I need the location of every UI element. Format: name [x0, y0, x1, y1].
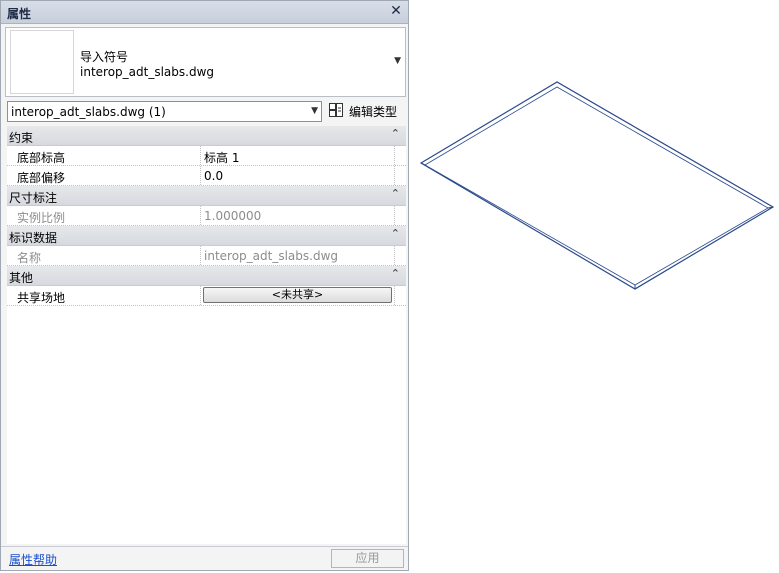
shared-site-button[interactable]: <未共享> — [203, 287, 392, 303]
slab-outline-outer[interactable] — [419, 81, 775, 290]
group-label: 其他 — [9, 271, 34, 285]
property-name: 底部偏移 — [17, 171, 66, 185]
group-identity-data[interactable]: 标识数据 ⌃ — [7, 226, 406, 246]
properties-palette: 属性 ✕ 导入符号 interop_adt_slabs.dwg ▼ intero… — [0, 0, 409, 571]
column-divider — [200, 166, 202, 185]
column-divider — [394, 286, 396, 305]
group-label: 标识数据 — [9, 231, 58, 245]
collapse-chevron-icon[interactable]: ⌃ — [391, 127, 400, 140]
edit-type-button[interactable]: 编辑类型 — [327, 101, 403, 121]
type-name-label: interop_adt_slabs.dwg — [80, 65, 215, 79]
slab-outline-inner — [424, 86, 769, 286]
column-divider — [200, 286, 202, 305]
column-divider — [394, 166, 396, 185]
instance-filter-value: interop_adt_slabs.dwg (1) — [11, 105, 166, 119]
group-label: 约束 — [9, 131, 34, 145]
property-name: 实例比例 — [17, 211, 66, 225]
type-preview-image — [10, 30, 74, 94]
property-name: 名称 — [17, 251, 42, 265]
chevron-down-icon[interactable]: ▼ — [394, 56, 401, 66]
dropdown-arrow-icon[interactable]: ▼ — [311, 106, 318, 116]
apply-button[interactable]: 应用 — [331, 549, 404, 568]
type-family-label: 导入符号 — [80, 50, 129, 64]
property-row-name: 名称 interop_adt_slabs.dwg — [7, 246, 406, 266]
view-canvas[interactable] — [412, 70, 779, 300]
group-dimensions[interactable]: 尺寸标注 ⌃ — [7, 186, 406, 206]
edit-type-label: 编辑类型 — [349, 105, 398, 119]
property-value[interactable]: 0.0 — [204, 169, 223, 183]
palette-titlebar[interactable]: 属性 ✕ — [1, 1, 408, 24]
properties-grid: 约束 ⌃ 底部标高 标高 1 底部偏移 0.0 尺寸标注 ⌃ 实例比例 1.00… — [7, 126, 406, 306]
instance-filter-dropdown[interactable]: interop_adt_slabs.dwg (1) ▼ — [7, 101, 322, 122]
property-value[interactable]: 标高 1 — [204, 149, 239, 166]
collapse-chevron-icon[interactable]: ⌃ — [391, 187, 400, 200]
property-name: 共享场地 — [17, 291, 66, 305]
column-divider — [200, 246, 202, 265]
property-row-base-offset[interactable]: 底部偏移 0.0 — [7, 166, 406, 186]
palette-footer: 属性帮助 应用 — [1, 546, 408, 571]
type-selector-box[interactable]: 导入符号 interop_adt_slabs.dwg ▼ — [5, 27, 406, 97]
close-icon[interactable]: ✕ — [388, 3, 404, 19]
group-constraints[interactable]: 约束 ⌃ — [7, 126, 406, 146]
column-divider — [200, 206, 202, 225]
group-label: 尺寸标注 — [9, 191, 58, 205]
property-row-instance-scale: 实例比例 1.000000 — [7, 206, 406, 226]
property-value: 1.000000 — [204, 209, 262, 223]
column-divider — [394, 146, 396, 165]
property-name: 底部标高 — [17, 151, 66, 165]
column-divider — [394, 246, 396, 265]
properties-empty-area — [7, 306, 406, 544]
column-divider — [200, 146, 202, 165]
property-value: interop_adt_slabs.dwg — [204, 249, 339, 263]
edit-type-icon — [329, 103, 343, 117]
property-row-base-level[interactable]: 底部标高 标高 1 — [7, 146, 406, 166]
collapse-chevron-icon[interactable]: ⌃ — [391, 227, 400, 240]
column-divider — [394, 206, 396, 225]
properties-help-link[interactable]: 属性帮助 — [9, 551, 57, 568]
property-row-shared-site[interactable]: 共享场地 <未共享> — [7, 286, 406, 306]
collapse-chevron-icon[interactable]: ⌃ — [391, 267, 400, 280]
group-other[interactable]: 其他 ⌃ — [7, 266, 406, 286]
palette-title: 属性 — [7, 7, 32, 21]
